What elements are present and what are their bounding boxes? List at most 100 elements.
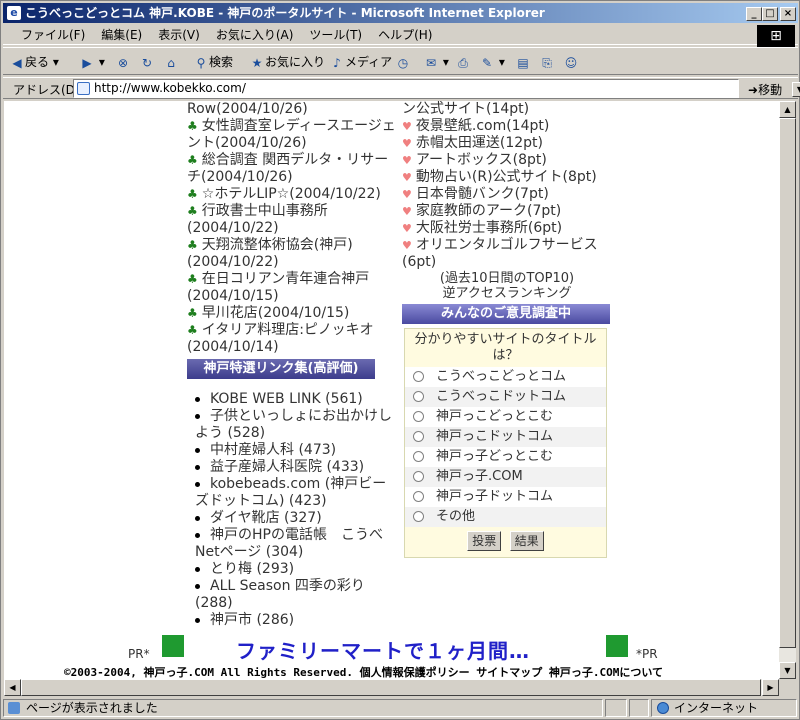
news-item[interactable]: ♣ 天翔流整体術協会(神戸)(2004/10/22) [187, 237, 397, 271]
radio-button[interactable] [413, 431, 424, 442]
favorites-button[interactable]: ★ お気に入り [249, 53, 325, 71]
page-footer: ©2003-2004, 神戸っ子.COM All Rights Reserved… [64, 666, 664, 679]
ranking-item[interactable]: ♥ 赤帽太田運送(12pt) [402, 135, 612, 152]
news-item[interactable]: ♣ イタリア料理店:ピノッキオ(2004/10/14) [187, 322, 397, 356]
link-item[interactable]: 中村産婦人科 (473) [187, 442, 397, 459]
ranking-caption-title[interactable]: 逆アクセスランキング [402, 286, 612, 301]
edit-button[interactable]: ✎ ▾ [479, 53, 505, 71]
stop-icon: ⊗ [117, 55, 129, 70]
link-item[interactable]: kobebeads.com (神戸ビーズドットコム) (423) [187, 476, 397, 510]
pr-banner[interactable]: PR* ファミリーマートで１ヶ月間… *PR [128, 635, 658, 664]
link-item[interactable]: とり梅 (293) [187, 561, 397, 578]
survey-options: こうべっこどっとコム こうべっこドットコム 神戸っこどっとこむ 神戸っこドットコ… [405, 367, 606, 527]
scroll-down-icon[interactable]: ▼ [779, 662, 796, 679]
vertical-scrollbar[interactable]: ▲ ▼ [779, 101, 796, 679]
ranking-item[interactable]: ♥ 家庭教師のアーク(7pt) [402, 203, 612, 220]
address-input[interactable]: http://www.kobekko.com/ ▼ [73, 79, 800, 98]
menu-tools[interactable]: ツール(T) [301, 25, 370, 45]
ranking-item[interactable]: ♥ 夜景壁紙.com(14pt) [402, 118, 612, 135]
discuss-icon: ▤ [517, 55, 529, 70]
link-item[interactable]: 神戸のHPの電話帳 こうべNetページ (304) [187, 527, 397, 561]
history-button[interactable]: ◷ [395, 53, 411, 71]
link-item[interactable]: 神戸市 (286) [187, 612, 397, 629]
survey-option[interactable]: こうべっこどっとコム [405, 367, 606, 387]
scroll-right-icon[interactable]: ▶ [762, 679, 779, 696]
survey-option[interactable]: 神戸っこどっとこむ [405, 407, 606, 427]
heart-icon: ♥ [402, 154, 412, 167]
scroll-up-icon[interactable]: ▲ [779, 101, 796, 118]
news-item[interactable]: ♣ 早川花店(2004/10/15) [187, 305, 397, 322]
club-icon: ♣ [187, 119, 198, 133]
ranking-item[interactable]: ♥ アートボックス(8pt) [402, 152, 612, 169]
radio-button[interactable] [413, 411, 424, 422]
links-list: KOBE WEB LINK (561) 子供といっしょにお出かけしよう (528… [187, 391, 397, 629]
scroll-thumb[interactable] [779, 118, 796, 648]
discuss-button[interactable]: ▤ [515, 53, 531, 71]
news-item[interactable]: Row(2004/10/26) [187, 101, 397, 118]
link-item[interactable]: KOBE WEB LINK (561) [187, 391, 397, 408]
radio-button[interactable] [413, 391, 424, 402]
ranking-item[interactable]: ♥ 動物占い(R)公式サイト(8pt) [402, 169, 612, 186]
survey-option[interactable]: その他 [405, 507, 606, 527]
minimize-button[interactable]: _ [746, 7, 762, 21]
back-button[interactable]: ◀ 戻る ▾ [9, 53, 58, 71]
club-icon: ♣ [187, 204, 198, 218]
survey-option[interactable]: 神戸っこドットコム [405, 427, 606, 447]
club-icon: ♣ [187, 272, 198, 286]
news-item[interactable]: ♣ 行政書士中山事務所(2004/10/22) [187, 203, 397, 237]
horizontal-scrollbar[interactable]: ◀ ▶ [4, 679, 779, 696]
link-item[interactable]: ALL Season 四季の彩り (288) [187, 578, 397, 612]
hscroll-thumb[interactable] [21, 679, 761, 696]
mail-button[interactable]: ✉ ▾ [423, 53, 449, 71]
forward-button[interactable]: ▶ ▾ [79, 53, 104, 71]
research-icon: ⎘ [542, 55, 552, 70]
research-button[interactable]: ⎘ [539, 53, 555, 71]
survey-option[interactable]: 神戸っ子どっとこむ [405, 447, 606, 467]
survey-option[interactable]: 神戸っ子.COM [405, 467, 606, 487]
ranking-item[interactable]: ♥ 大阪社労士事務所(6pt) [402, 220, 612, 237]
ranking-item[interactable]: ン公式サイト(14pt) [402, 101, 612, 118]
print-button[interactable]: ⎙ [455, 53, 471, 71]
search-button[interactable]: ⚲ 検索 [193, 53, 233, 71]
messenger-button[interactable]: ☺ [563, 53, 579, 71]
link-item[interactable]: ダイヤ靴店 (327) [187, 510, 397, 527]
menu-bar: ファイル(F) 編集(E) 表示(V) お気に入り(A) ツール(T) ヘルプ(H) [3, 25, 798, 45]
menu-file[interactable]: ファイル(F) [13, 25, 93, 45]
menu-help[interactable]: ヘルプ(H) [370, 25, 440, 45]
menu-favorites[interactable]: お気に入り(A) [208, 25, 302, 45]
ranking-item[interactable]: ♥ 日本骨髄バンク(7pt) [402, 186, 612, 203]
banner-text[interactable]: ファミリーマートで１ヶ月間… [236, 635, 530, 664]
home-button[interactable]: ⌂ [163, 53, 179, 71]
radio-button[interactable] [413, 471, 424, 482]
news-item[interactable]: ♣ ☆ホテルLIP☆(2004/10/22) [187, 186, 397, 203]
results-button[interactable]: 結果 [509, 531, 544, 551]
refresh-button[interactable]: ↻ [139, 53, 155, 71]
radio-button[interactable] [413, 491, 424, 502]
scroll-left-icon[interactable]: ◀ [4, 679, 21, 696]
radio-button[interactable] [413, 511, 424, 522]
vote-button[interactable]: 投票 [467, 531, 502, 551]
media-button[interactable]: ♪ メディア [329, 53, 392, 71]
address-dropdown-button[interactable]: ▼ [792, 82, 800, 97]
radio-button[interactable] [413, 371, 424, 382]
maximize-button[interactable]: □ [762, 7, 778, 21]
survey-option[interactable]: 神戸っ子ドットコム [405, 487, 606, 507]
menu-edit[interactable]: 編集(E) [93, 25, 150, 45]
survey-option[interactable]: こうべっこドットコム [405, 387, 606, 407]
news-item[interactable]: ♣ 総合調査 関西デルタ・リサーチ(2004/10/26) [187, 152, 397, 186]
news-item[interactable]: ♣ 女性調査室レディースエージェント(2004/10/26) [187, 118, 397, 152]
windows-logo-icon: ⊞ [757, 25, 795, 47]
address-label: アドレス(D) [13, 83, 80, 97]
window-title: こうべっこどっとコム 神戸.KOBE - 神戸のポータルサイト - Micros… [25, 6, 545, 20]
close-button[interactable]: × [780, 7, 796, 21]
bullet-icon [195, 515, 200, 521]
menu-view[interactable]: 表示(V) [150, 25, 208, 45]
link-item[interactable]: 子供といっしょにお出かけしよう (528) [187, 408, 397, 442]
ranking-item[interactable]: ♥ オリエンタルゴルフサービス(6pt) [402, 237, 612, 271]
radio-button[interactable] [413, 451, 424, 462]
pr-left-label: PR* [128, 647, 150, 661]
news-item[interactable]: ♣ 在日コリアン青年連合神戸(2004/10/15) [187, 271, 397, 305]
stop-button[interactable]: ⊗ [115, 53, 131, 71]
link-item[interactable]: 益子産婦人科医院 (433) [187, 459, 397, 476]
go-button[interactable]: ➜移動 [748, 81, 782, 98]
